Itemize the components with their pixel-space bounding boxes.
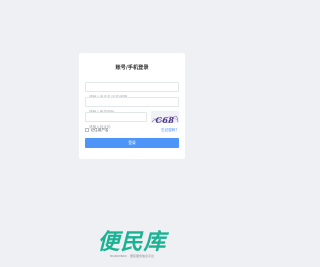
logo-subtitle: BIANMINKU · 便民服务信息平台 xyxy=(110,254,154,258)
remember-checkbox[interactable] xyxy=(85,128,89,132)
password-field[interactable] xyxy=(85,97,179,116)
site-logo: 便民库 BIANMINKU · 便民服务信息平台 xyxy=(82,229,182,262)
login-title: 账号/手机登录 xyxy=(115,65,149,71)
logo-text: 便民库 xyxy=(97,230,167,255)
remember-username[interactable]: 记住用户名 xyxy=(85,127,109,133)
login-card: 账号/手机登录 C68 记住用户名 忘记密码？ 登录 xyxy=(79,53,185,159)
forgot-password-link[interactable]: 忘记密码？ xyxy=(161,127,179,133)
username-field[interactable] xyxy=(85,82,179,101)
captcha-image[interactable]: C68 xyxy=(151,111,179,123)
captcha-field[interactable] xyxy=(85,112,147,131)
login-button[interactable]: 登录 xyxy=(85,138,179,148)
remember-label: 记住用户名 xyxy=(90,128,109,132)
login-page: 账号/手机登录 C68 记住用户名 忘记密码？ 登录 便民库 BIANMINKU… xyxy=(0,0,264,267)
captcha-code: C68 xyxy=(156,115,175,123)
captcha-graphic: C68 xyxy=(151,115,179,123)
